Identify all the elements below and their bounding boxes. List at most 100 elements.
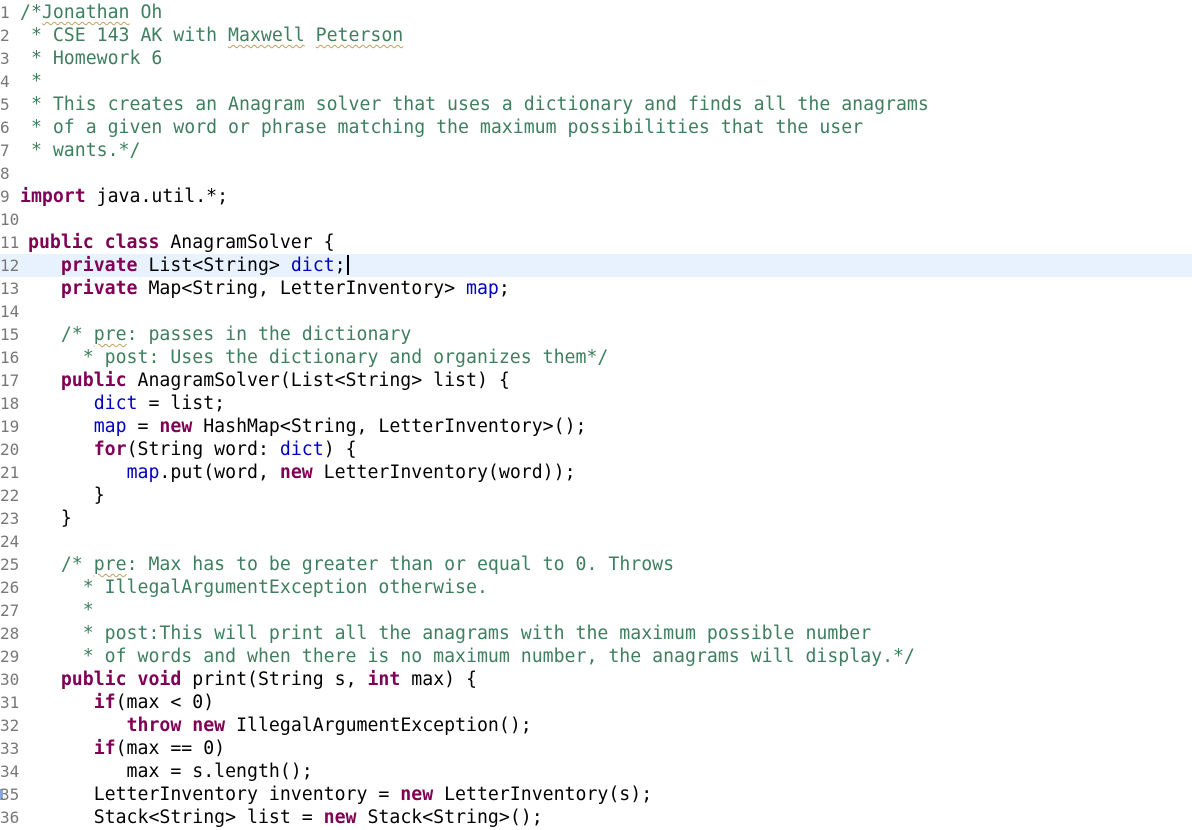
line-number: 32 xyxy=(0,716,20,735)
code-token: public xyxy=(60,669,127,690)
code-token: if xyxy=(93,738,116,759)
code-line[interactable]: 34 max = s.length(); xyxy=(0,760,1192,783)
code-token: class xyxy=(104,232,160,253)
code-line[interactable]: 19 map = new HashMap<String, LetterInven… xyxy=(0,415,1192,438)
line-number: 31 xyxy=(0,693,20,712)
code-line[interactable]: 13 private Map<String, LetterInventory> … xyxy=(0,277,1192,300)
code-token: dict xyxy=(93,393,138,414)
code-token: print(String s, xyxy=(181,669,368,690)
code-token: ; xyxy=(334,255,346,276)
code-text: import java.util.*; xyxy=(20,185,228,208)
code-line[interactable]: 2 * CSE 143 AK with Maxwell Peterson xyxy=(0,24,1192,47)
line-number: 1 xyxy=(0,3,10,22)
code-line[interactable]: 27 * xyxy=(0,599,1192,622)
code-token: new xyxy=(159,416,193,437)
code-token: = list; xyxy=(137,393,226,414)
code-token: java.util.*; xyxy=(85,186,229,207)
code-token: AnagramSolver { xyxy=(159,232,335,253)
code-line[interactable]: 28 * post:This will print all the anagra… xyxy=(0,622,1192,645)
code-line[interactable]: 5 * This creates an Anagram solver that … xyxy=(0,93,1192,116)
line-number: 2 xyxy=(0,26,10,45)
line-number: 12 xyxy=(0,256,20,275)
code-line[interactable]: 4 * xyxy=(0,70,1192,93)
code-text: max = s.length(); xyxy=(28,760,313,783)
code-text: /* pre: Max has to be greater than or eq… xyxy=(28,553,674,576)
code-line[interactable]: 15 /* pre: passes in the dictionary xyxy=(0,323,1192,346)
code-line[interactable]: 6 * of a given word or phrase matching t… xyxy=(0,116,1192,139)
line-number: 4 xyxy=(0,72,10,91)
code-text: * post:This will print all the anagrams … xyxy=(28,622,871,645)
code-line[interactable]: 33 if(max == 0) xyxy=(0,737,1192,760)
code-token: ; xyxy=(498,278,510,299)
line-number: 13 xyxy=(0,279,20,298)
code-token: * post:This will print all the anagrams … xyxy=(60,623,872,644)
code-line[interactable]: 18 dict = list; xyxy=(0,392,1192,415)
code-line[interactable]: 8 xyxy=(0,162,1192,185)
code-line[interactable]: 24 xyxy=(0,530,1192,553)
code-line[interactable]: 11 public class AnagramSolver { xyxy=(0,231,1192,254)
code-line[interactable]: 29 * of words and when there is no maxim… xyxy=(0,645,1192,668)
code-line[interactable]: 7 * wants.*/ xyxy=(0,139,1192,162)
code-line[interactable]: 23 } xyxy=(0,507,1192,530)
text-cursor xyxy=(346,255,349,275)
code-text: * post: Uses the dictionary and organize… xyxy=(28,346,609,369)
code-line[interactable]: 1 /*Jonathan Oh xyxy=(0,1,1192,24)
code-text: throw new IllegalArgumentException(); xyxy=(28,714,532,737)
code-text: * wants.*/ xyxy=(20,139,141,162)
line-number: 16 xyxy=(0,348,20,367)
code-line[interactable]: 10 xyxy=(0,208,1192,231)
code-token: IllegalArgumentException(); xyxy=(225,715,532,736)
code-line[interactable]: 17 public AnagramSolver(List<String> lis… xyxy=(0,369,1192,392)
code-line[interactable]: 16 * post: Uses the dictionary and organ… xyxy=(0,346,1192,369)
line-number: 11 xyxy=(0,233,20,252)
code-token: private xyxy=(60,278,138,299)
code-token: : passes in the dictionary xyxy=(126,324,412,345)
code-token: LetterInventory(s); xyxy=(433,784,653,805)
code-text: Stack<String> list = new Stack<String>()… xyxy=(28,806,543,829)
code-line-current[interactable]: 12 private List<String> dict; xyxy=(0,254,1192,277)
code-token: /*Jonathan Oh xyxy=(20,2,163,23)
code-line[interactable]: 36 Stack<String> list = new Stack<String… xyxy=(0,806,1192,829)
code-line[interactable]: 22 } xyxy=(0,484,1192,507)
code-line[interactable]: 26 * IllegalArgumentException otherwise. xyxy=(0,576,1192,599)
code-line[interactable]: 25 /* pre: Max has to be greater than or… xyxy=(0,553,1192,576)
code-line[interactable]: 32 throw new IllegalArgumentException(); xyxy=(0,714,1192,737)
code-token: dict xyxy=(290,255,335,276)
code-line[interactable]: 35 LetterInventory inventory = new Lette… xyxy=(0,783,1192,806)
code-text: * IllegalArgumentException otherwise. xyxy=(28,576,488,599)
code-line[interactable]: 14 xyxy=(0,300,1192,323)
code-text: * CSE 143 AK with Maxwell Peterson xyxy=(20,24,403,47)
code-token: * xyxy=(60,600,94,621)
code-line[interactable]: 9 import java.util.*; xyxy=(0,185,1192,208)
code-text: public AnagramSolver(List<String> list) … xyxy=(28,369,510,392)
code-text: * This creates an Anagram solver that us… xyxy=(20,93,929,116)
code-token: map xyxy=(126,462,160,483)
code-token: * xyxy=(20,71,42,92)
code-token: Stack<String> list = xyxy=(28,807,324,828)
code-line[interactable]: 20 for(String word: dict) { xyxy=(0,438,1192,461)
code-text: map.put(word, new LetterInventory(word))… xyxy=(28,461,576,484)
code-editor[interactable]: 1/*Jonathan Oh 2 * CSE 143 AK with Maxwel… xyxy=(0,0,1192,830)
code-token: (max == 0) xyxy=(115,738,226,759)
code-text: private Map<String, LetterInventory> map… xyxy=(28,277,510,300)
code-text: if(max < 0) xyxy=(28,691,214,714)
code-line[interactable]: 30 public void print(String s, int max) … xyxy=(0,668,1192,691)
line-number: 28 xyxy=(0,624,20,643)
code-token: * post: Uses the dictionary and organize… xyxy=(60,347,609,368)
code-text: * Homework 6 xyxy=(20,47,162,70)
code-line[interactable]: 21 map.put(word, new LetterInventory(wor… xyxy=(0,461,1192,484)
code-token: : Max has to be greater than or equal to… xyxy=(126,554,675,575)
code-line[interactable]: 3 * Homework 6 xyxy=(0,47,1192,70)
code-line[interactable]: 31 if(max < 0) xyxy=(0,691,1192,714)
code-token: int xyxy=(367,669,401,690)
code-token: new xyxy=(192,715,226,736)
